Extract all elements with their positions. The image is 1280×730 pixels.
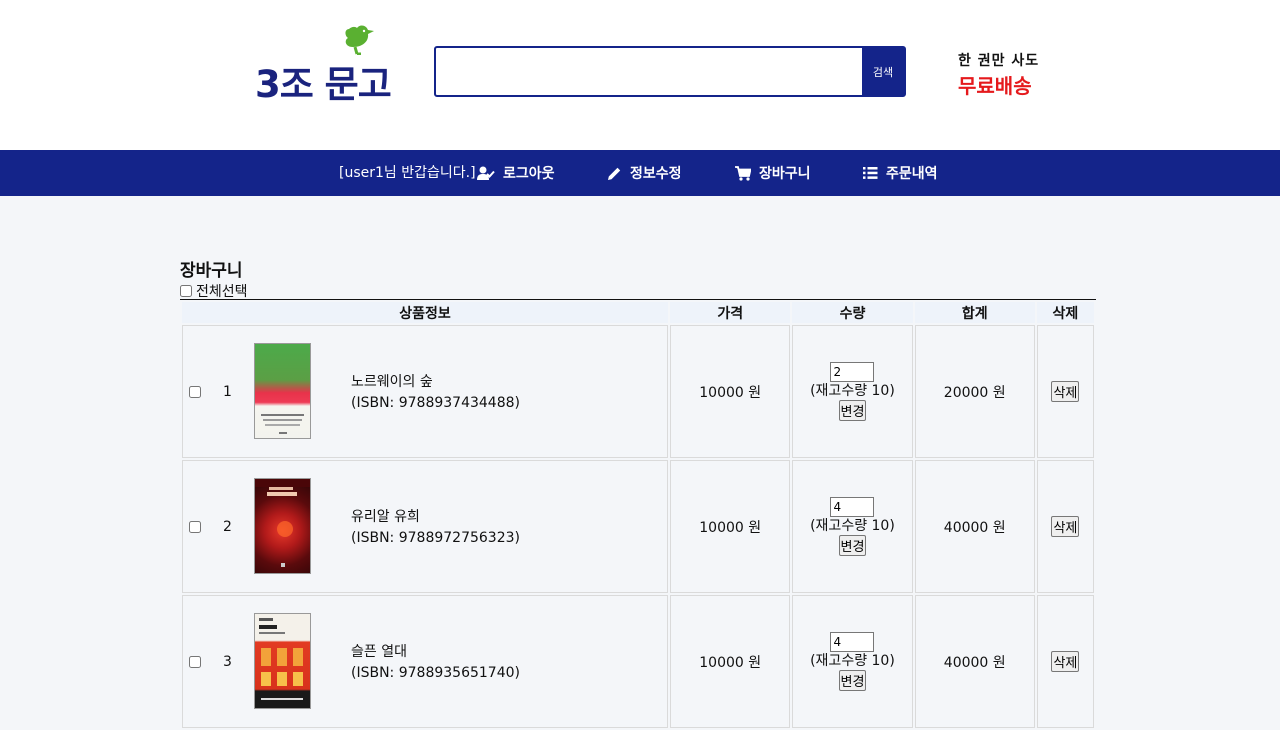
- product-isbn: (ISBN: 9788935651740): [351, 665, 520, 681]
- column-header: 상품정보: [182, 302, 669, 323]
- product-details: 슬픈 열대 (ISBN: 9788935651740): [351, 642, 520, 684]
- product-title[interactable]: 노르웨이의 숲: [351, 372, 520, 393]
- change-quantity-button[interactable]: 변경: [838, 535, 867, 556]
- logout-label: 로그아웃: [503, 166, 555, 182]
- edit-profile-label: 정보수정: [630, 166, 682, 182]
- product-isbn: (ISBN: 9788972756323): [351, 530, 520, 546]
- table-row: 1 노르웨이의 숲 (ISBN: 9788937434488) 10000 원: [182, 325, 1094, 458]
- delete-cell: 삭제: [1036, 595, 1094, 728]
- cover-art: [259, 618, 303, 700]
- product-info-cell: 1 노르웨이의 숲 (ISBN: 9788937434488): [182, 325, 669, 458]
- product-details: 유리알 유희 (ISBN: 9788972756323): [351, 507, 520, 549]
- table-row: 3 슬픈 열대 (ISBN: 9788935651740) 10000 원 4 …: [182, 595, 1094, 728]
- search-button[interactable]: 검색: [862, 48, 904, 95]
- change-quantity-button[interactable]: 변경: [838, 400, 867, 421]
- shopping-cart-icon: [735, 165, 751, 181]
- header: 3조 문고 검색 한 권만 사도 무료배송: [0, 0, 1280, 150]
- stock-text: (재고수량 10): [810, 653, 895, 669]
- quantity-cell: (재고수량 10) 변경: [792, 325, 913, 458]
- price-cell: 10000 원: [670, 595, 791, 728]
- cart-table: 상품정보 가격 수량 합계 삭제 1 노르웨이의 숲 (ISBN: 978893…: [180, 299, 1096, 730]
- delete-button[interactable]: 삭제: [1051, 381, 1080, 402]
- orders-link[interactable]: 주문내역: [863, 150, 938, 196]
- product-info-cell: 2 유리알 유희 (ISBN: 9788972756323): [182, 460, 669, 593]
- item-number: 1: [223, 384, 232, 400]
- item-checkbox[interactable]: [189, 521, 201, 533]
- promo-line2: 무료배송: [958, 74, 1032, 98]
- table-row: 2 유리알 유희 (ISBN: 9788972756323) 10000 원 4…: [182, 460, 1094, 593]
- product-info-cell: 3 슬픈 열대 (ISBN: 9788935651740): [182, 595, 669, 728]
- cart-link[interactable]: 장바구니: [735, 150, 811, 196]
- select-all-checkbox[interactable]: [180, 285, 192, 297]
- user-check-icon: [477, 166, 495, 180]
- quantity-stepper[interactable]: [830, 632, 875, 652]
- product-isbn: (ISBN: 9788937434488): [351, 395, 520, 411]
- delete-cell: 삭제: [1036, 325, 1094, 458]
- total-cell: 40000 원: [914, 460, 1035, 593]
- search-input[interactable]: [436, 48, 862, 95]
- logo-text: 3조 문고: [255, 63, 392, 106]
- price-cell: 10000 원: [670, 460, 791, 593]
- total-cell: 20000 원: [914, 325, 1035, 458]
- item-number: 2: [223, 519, 232, 535]
- promo-line1: 한 권만 사도: [958, 53, 1040, 69]
- total-cell: 40000 원: [914, 595, 1035, 728]
- free-shipping-promo: 한 권만 사도 무료배송: [958, 50, 1039, 99]
- price-cell: 10000 원: [670, 325, 791, 458]
- nav-bar: [user1님 반갑습니다.] 로그아웃 정보수정 장바구니 주문내역: [0, 150, 1280, 196]
- quantity-stepper[interactable]: [830, 497, 875, 517]
- stock-text: (재고수량 10): [810, 383, 895, 399]
- logout-link[interactable]: 로그아웃: [477, 150, 555, 196]
- site-logo[interactable]: 3조 문고: [255, 25, 392, 106]
- quantity-cell: (재고수량 10) 변경: [792, 460, 913, 593]
- book-cover-image[interactable]: [254, 478, 311, 574]
- page-title: 장바구니: [180, 261, 243, 281]
- pencil-icon: [608, 167, 621, 180]
- select-all[interactable]: 전체선택: [180, 281, 248, 301]
- orders-label: 주문내역: [886, 166, 938, 182]
- item-checkbox[interactable]: [189, 656, 201, 668]
- cart-label: 장바구니: [759, 166, 811, 182]
- product-details: 노르웨이의 숲 (ISBN: 9788937434488): [351, 372, 520, 414]
- column-header: 가격: [670, 302, 791, 323]
- item-checkbox[interactable]: [189, 386, 201, 398]
- cover-art: [261, 414, 304, 434]
- edit-profile-link[interactable]: 정보수정: [607, 150, 682, 196]
- cover-art: [255, 479, 310, 567]
- column-header: 합계: [914, 302, 1035, 323]
- table-header-row: 상품정보 가격 수량 합계 삭제: [182, 302, 1094, 323]
- column-header: 삭제: [1036, 302, 1094, 323]
- delete-button[interactable]: 삭제: [1051, 651, 1080, 672]
- search-box: 검색: [434, 46, 906, 97]
- book-cover-image[interactable]: [254, 343, 311, 439]
- book-cover-image[interactable]: [254, 613, 311, 709]
- change-quantity-button[interactable]: 변경: [838, 670, 867, 691]
- product-title[interactable]: 유리알 유희: [351, 507, 520, 528]
- delete-button[interactable]: 삭제: [1051, 516, 1080, 537]
- bird-icon: [345, 25, 374, 55]
- column-header: 수량: [792, 302, 913, 323]
- item-number: 3: [223, 654, 232, 670]
- select-all-label: 전체선택: [196, 284, 248, 300]
- list-icon: [863, 167, 878, 179]
- product-title[interactable]: 슬픈 열대: [351, 642, 520, 663]
- delete-cell: 삭제: [1036, 460, 1094, 593]
- stock-text: (재고수량 10): [810, 518, 895, 534]
- quantity-cell: (재고수량 10) 변경: [792, 595, 913, 728]
- welcome-text: [user1님 반갑습니다.]: [339, 165, 476, 181]
- quantity-stepper[interactable]: [830, 362, 875, 382]
